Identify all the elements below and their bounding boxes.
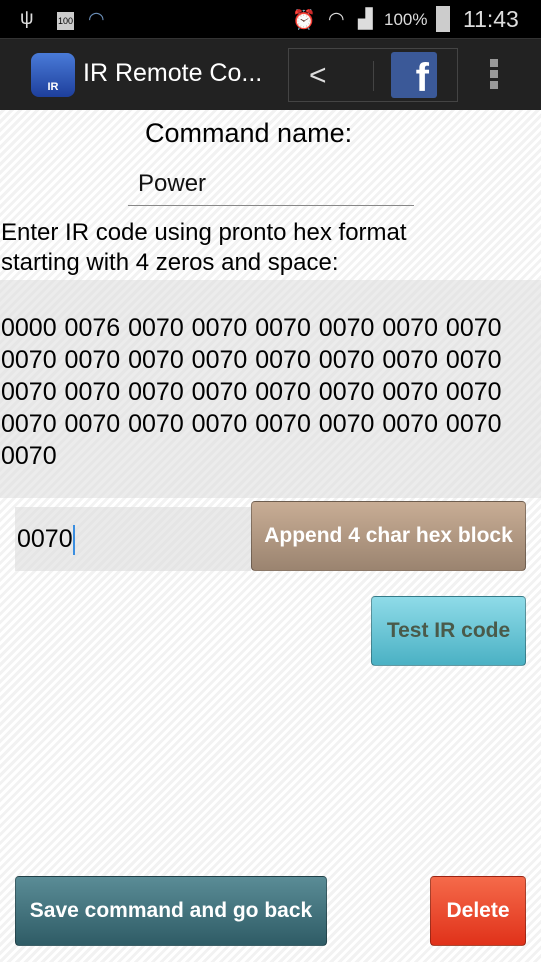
divider [373, 61, 374, 91]
battery-icon [436, 6, 450, 32]
instructions-text: Enter IR code using pronto hex format st… [1, 219, 407, 276]
hex-block-value: 0070 [17, 525, 73, 553]
action-bar: IR IR Remote Co... < f [0, 38, 541, 110]
app-icon-label: IR [47, 81, 59, 93]
app-title: IR Remote Co... [83, 59, 263, 87]
wifi-icon: ◠ [88, 9, 105, 30]
text-cursor [72, 525, 75, 556]
overflow-menu-icon[interactable] [490, 59, 498, 92]
command-name-label: Command name: [145, 118, 353, 148]
usb-icon: ψ [20, 8, 34, 29]
test-ir-code-button[interactable]: Test IR code [371, 596, 526, 666]
action-group: < f [288, 48, 458, 102]
battery-percent: 100% [384, 10, 428, 29]
facebook-icon[interactable]: f [391, 52, 437, 100]
battery-small-icon: 100 [57, 12, 75, 30]
share-icon[interactable]: < [309, 59, 327, 93]
ir-code-field[interactable]: 0000 0076 0070 0070 0070 0070 0070 0070 … [0, 280, 541, 498]
save-command-button[interactable]: Save command and go back [15, 876, 327, 946]
wifi-signal-icon: ◠ [328, 9, 345, 30]
app-icon[interactable]: IR [31, 53, 75, 97]
delete-button[interactable]: Delete [430, 876, 526, 946]
hex-block-input[interactable]: 0070 [15, 507, 251, 571]
command-name-input[interactable]: Power [128, 164, 414, 206]
status-bar: ψ 100 ◠ ⏰ ◠ ▟ 100% 11:43 [0, 0, 541, 38]
cell-signal-icon: ▟ [358, 9, 373, 30]
alarm-icon: ⏰ [292, 10, 316, 31]
append-hex-block-button[interactable]: Append 4 char hex block [251, 501, 526, 571]
clock: 11:43 [463, 6, 519, 32]
ir-code-text: 0000 0076 0070 0070 0070 0070 0070 0070 … [1, 314, 502, 470]
